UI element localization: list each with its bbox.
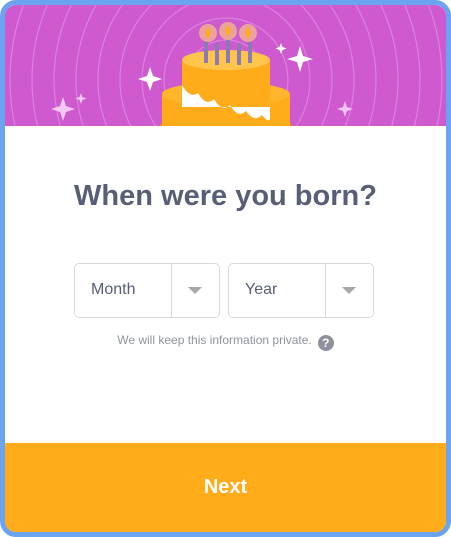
birthday-cake-illustration [9, 5, 443, 126]
select-divider [325, 264, 326, 317]
birthday-cake-icon [160, 22, 292, 126]
chevron-down-icon [342, 287, 356, 294]
privacy-note-row: We will keep this information private.? [5, 333, 446, 351]
birthdate-form: When were you born? Month Year We will k… [5, 126, 446, 443]
month-select[interactable]: Month [74, 263, 220, 318]
month-select-value: Month [91, 281, 136, 298]
dialog-title: When were you born? [74, 180, 377, 212]
privacy-note: We will keep this information private. [117, 333, 312, 347]
year-select-value: Year [245, 281, 278, 298]
banner [5, 5, 446, 126]
question-circle-icon[interactable]: ? [317, 335, 334, 351]
birthdate-dialog: When were you born? Month Year We will k… [0, 0, 451, 537]
year-select[interactable]: Year [228, 263, 374, 318]
select-divider [171, 264, 172, 317]
next-button[interactable]: Next [5, 443, 446, 532]
chevron-down-icon [188, 287, 202, 294]
